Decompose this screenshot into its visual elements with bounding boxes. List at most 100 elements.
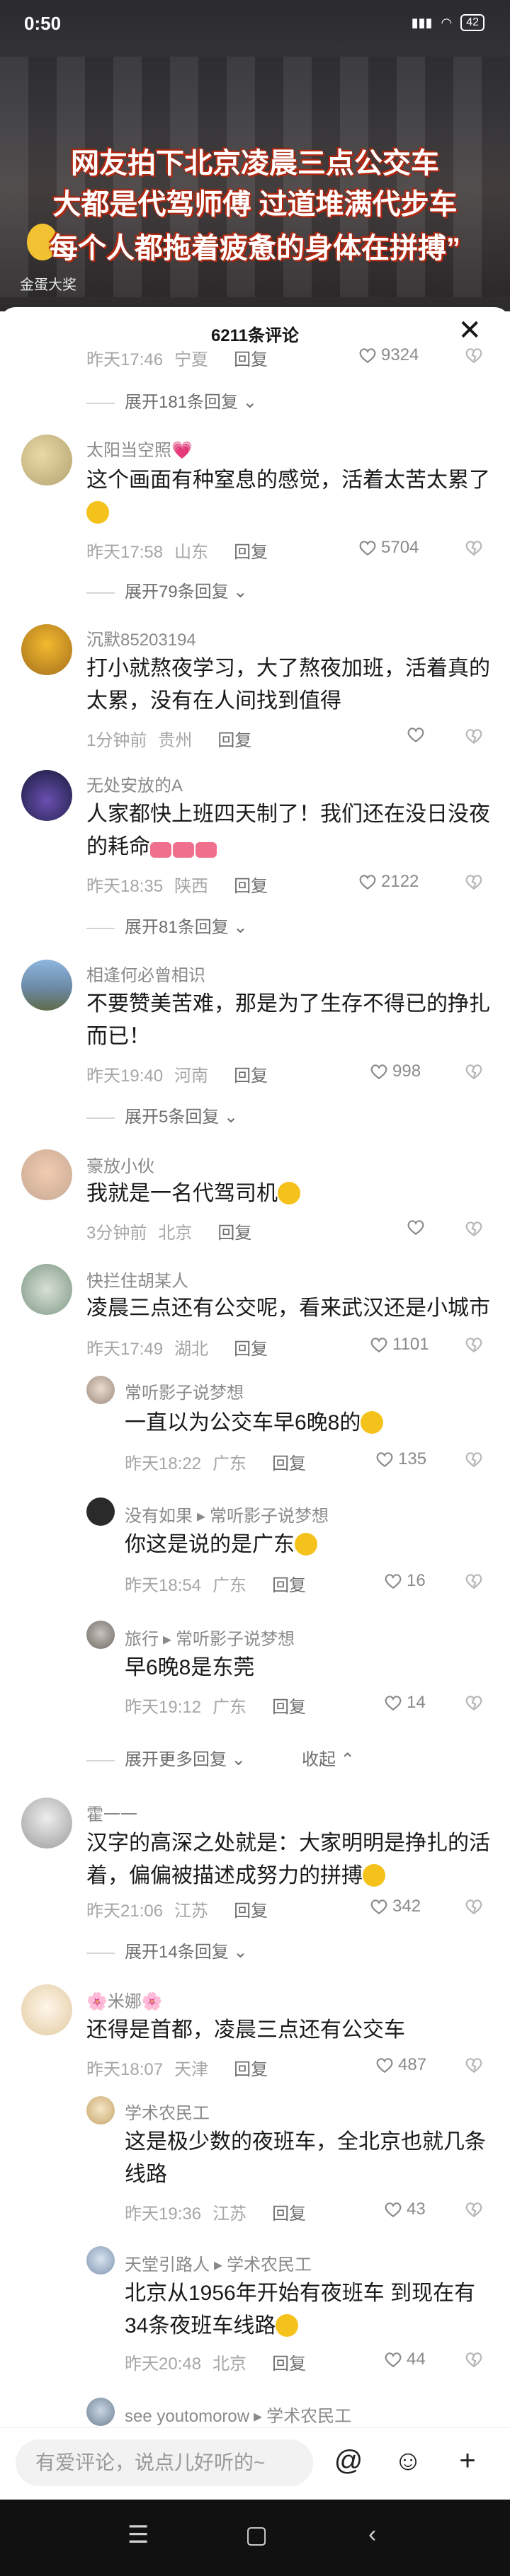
avatar[interactable] [86, 1376, 115, 1404]
like-button[interactable]: 43 [384, 2200, 426, 2219]
expand-replies[interactable]: 展开81条回复 ⌄ [86, 913, 247, 938]
avatar[interactable] [21, 770, 72, 821]
avatar[interactable] [86, 2398, 115, 2426]
like-count: 135 [398, 1449, 427, 1468]
heart-icon [384, 1572, 402, 1589]
dislike-button[interactable] [465, 1062, 483, 1081]
comment-username[interactable]: 旅行 ▸ 常听影子说梦想 [125, 1625, 295, 1650]
like-button[interactable]: 9324 [358, 345, 419, 365]
like-button[interactable]: 1101 [370, 1335, 429, 1355]
comment-username[interactable]: 常听影子说梦想 [125, 1379, 244, 1403]
collapse-replies[interactable]: 收起 ⌃ [302, 1745, 355, 1770]
like-button[interactable] [407, 1219, 425, 1236]
menu-icon[interactable]: ☰ [128, 2521, 149, 2549]
comment-username[interactable]: 霍一一 [86, 1800, 137, 1825]
dislike-button[interactable] [465, 1219, 483, 1238]
reply-button[interactable]: 回复 [234, 1066, 268, 1086]
expand-replies[interactable]: 展开181条回复 ⌄ [86, 388, 257, 413]
dislike-button[interactable] [465, 539, 483, 557]
reply-button[interactable]: 回复 [234, 350, 268, 369]
avatar[interactable] [21, 435, 72, 485]
hand-emoji-icon [278, 1182, 300, 1204]
back-icon[interactable]: ‹ [368, 2521, 376, 2548]
like-button[interactable]: 16 [384, 1571, 426, 1591]
comment-location: 陕西 [174, 877, 209, 896]
expand-more-replies[interactable]: 展开更多回复 ⌄ [86, 1745, 246, 1770]
avatar[interactable] [21, 1798, 72, 1848]
comment-line: 着，偏偏被描述成努力的拼搏 [86, 1864, 363, 1887]
dislike-button[interactable] [465, 727, 483, 745]
add-icon[interactable]: + [450, 2444, 484, 2478]
comment-username[interactable]: see youtomorow ▸ 学术农民工 [125, 2402, 351, 2427]
comment-input[interactable]: 有爱评论，说点儿好听的~ [16, 2439, 313, 2486]
comment-username[interactable]: 沉默85203194 [86, 626, 196, 650]
avatar[interactable] [21, 1149, 72, 1200]
expand-replies[interactable]: 展开5条回复 ⌄ [86, 1103, 238, 1127]
dislike-button[interactable] [465, 1694, 483, 1712]
reply-arrow-icon: ▸ [197, 1507, 206, 1526]
avatar[interactable] [21, 624, 72, 675]
reply-button[interactable]: 回复 [234, 1340, 268, 1359]
like-button[interactable]: 5704 [358, 538, 419, 558]
reply-button[interactable]: 回复 [272, 1454, 306, 1473]
comment-username[interactable]: 学术农民工 [125, 2099, 210, 2124]
comment-username[interactable]: 豪放小伙 [86, 1152, 154, 1177]
comment-line: 不要赞美苦难，那是为了生存不得已的挣扎 [86, 992, 490, 1016]
comment-username[interactable]: 🌸米娜🌸 [86, 1987, 163, 2012]
like-button[interactable]: 44 [384, 2350, 426, 2369]
like-button[interactable]: 2122 [358, 872, 419, 892]
dislike-button[interactable] [465, 873, 483, 891]
heart-icon [370, 1063, 388, 1080]
dislike-button[interactable] [465, 346, 483, 364]
dislike-button[interactable] [465, 2056, 483, 2074]
close-icon[interactable]: ✕ [458, 314, 482, 347]
comment-username[interactable]: 没有如果 ▸ 常听影子说梦想 [125, 1502, 329, 1526]
reply-button[interactable]: 回复 [234, 543, 268, 562]
reply-button[interactable]: 回复 [234, 2060, 268, 2079]
comment-username[interactable]: 太阳当空照💗 [86, 436, 193, 461]
comment-text: 打小就熬夜学习，大了熬夜加班，活着真的 太累，没有在人间找到值得 [86, 652, 497, 718]
reply-button[interactable]: 回复 [217, 731, 251, 750]
reply-button[interactable]: 回复 [272, 2204, 306, 2224]
heart-icon [370, 1898, 388, 1915]
dislike-button[interactable] [465, 2200, 483, 2219]
comment-meta: 昨天17:49 湖北 回复 [86, 1335, 268, 1359]
avatar[interactable] [86, 2096, 115, 2124]
home-icon[interactable]: ▢ [245, 2521, 268, 2549]
comment-text: 汉字的高深之处就是：大家明明是挣扎的活 着，偏偏被描述成努力的拼搏 [86, 1827, 497, 1892]
comment-username[interactable]: 无处安放的A [86, 771, 183, 796]
reply-button[interactable]: 回复 [272, 1698, 306, 1717]
expand-replies[interactable]: 展开79条回复 ⌄ [86, 577, 247, 602]
like-button[interactable]: 135 [375, 1449, 426, 1469]
reply-button[interactable]: 回复 [234, 877, 268, 896]
like-button[interactable]: 487 [375, 2055, 426, 2075]
reply-button[interactable]: 回复 [272, 1576, 306, 1595]
video-headline-2: 大都是代驾师傅 过道堆满代步车 [52, 189, 458, 220]
dislike-button[interactable] [465, 1897, 483, 1916]
comment-username[interactable]: 相逢何必曾相识 [86, 961, 205, 986]
avatar[interactable] [21, 1264, 72, 1315]
reply-button[interactable]: 回复 [234, 1902, 268, 1921]
comment-username[interactable]: 快拦住胡某人 [86, 1267, 188, 1292]
reply-button[interactable]: 回复 [217, 1224, 251, 1243]
expand-replies[interactable]: 展开14条回复 ⌄ [86, 1938, 247, 1962]
reply-button[interactable]: 回复 [272, 2354, 306, 2374]
like-button[interactable]: 998 [370, 1062, 421, 1081]
like-button[interactable] [407, 726, 425, 743]
avatar[interactable] [21, 960, 72, 1011]
video-player[interactable]: 0:50 ▮▮▮ ◠ 42 网友拍下北京凌晨三点公交车 大都是代驾师傅 过道堆满… [0, 0, 510, 311]
like-button[interactable]: 342 [370, 1897, 421, 1916]
emoji-icon[interactable]: ☺ [391, 2444, 425, 2478]
dislike-button[interactable] [465, 2350, 483, 2369]
comment-username[interactable]: 天堂引路人 ▸ 学术农民工 [125, 2250, 312, 2275]
comment-time: 昨天18:22 [125, 1454, 202, 1473]
like-button[interactable]: 14 [384, 1693, 426, 1713]
dislike-button[interactable] [465, 1335, 483, 1354]
avatar[interactable] [86, 1621, 115, 1649]
at-mention-icon[interactable]: @ [332, 2444, 366, 2478]
avatar[interactable] [86, 2246, 115, 2275]
dislike-button[interactable] [465, 1572, 483, 1590]
dislike-button[interactable] [465, 1450, 483, 1468]
avatar[interactable] [86, 1497, 115, 1526]
avatar[interactable] [21, 1984, 72, 2035]
